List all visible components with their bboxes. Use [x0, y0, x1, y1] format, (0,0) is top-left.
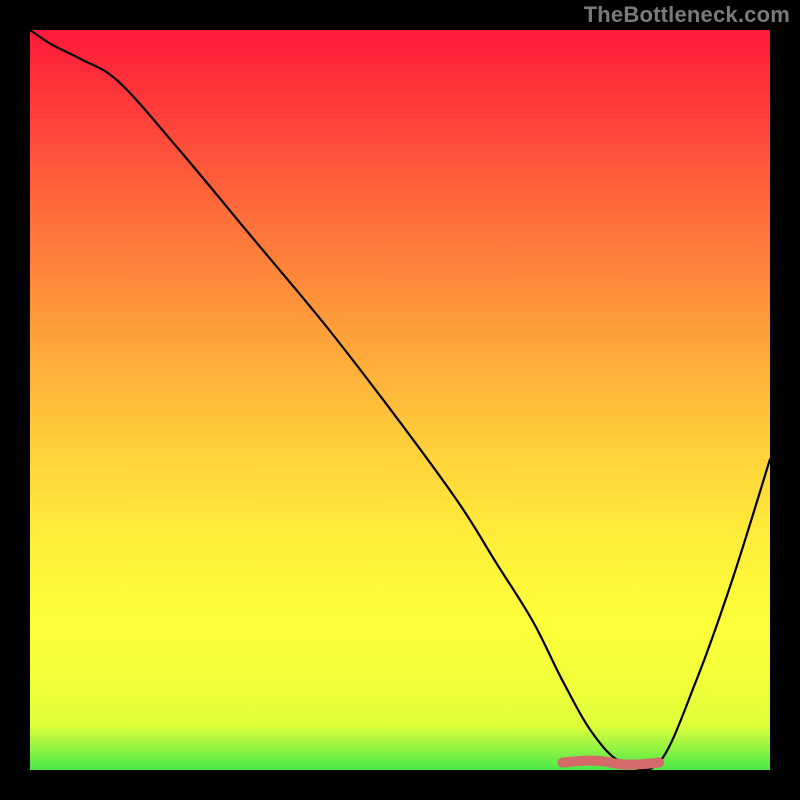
optimal-range-highlight [563, 761, 659, 765]
watermark-text: TheBottleneck.com [584, 2, 790, 28]
chart-svg [30, 30, 770, 770]
optimal-range-end-dot [654, 758, 664, 768]
plot-area [30, 30, 770, 770]
bottleneck-curve [30, 30, 770, 770]
optimal-range-start-dot [558, 758, 568, 768]
chart-frame: TheBottleneck.com [0, 0, 800, 800]
